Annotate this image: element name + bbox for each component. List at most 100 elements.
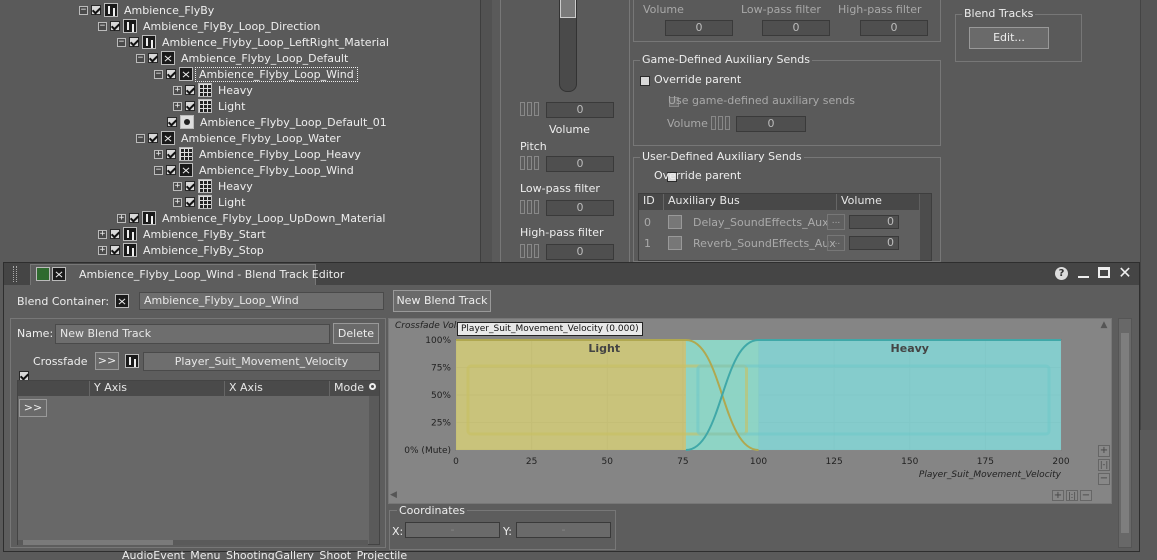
collapse-icon[interactable]: − xyxy=(79,5,88,15)
expand-icon[interactable]: + xyxy=(98,245,107,255)
tree-scrollbar[interactable] xyxy=(480,0,492,262)
tree-item[interactable]: Ambience_Flyby_Loop_Default_01 xyxy=(155,114,390,130)
tree-item-checkbox[interactable] xyxy=(110,21,120,31)
graph-hscroll[interactable]: ◀ xyxy=(390,490,1050,501)
y-coord-value[interactable]: - xyxy=(516,522,611,538)
zoom-fit-y-icon[interactable]: |-| xyxy=(1098,459,1110,471)
collapse-icon[interactable]: − xyxy=(154,165,163,175)
aux-bus-picker-button[interactable]: ... xyxy=(827,214,845,230)
aux-table-row[interactable]: 0 Delay_SoundEffects_Aux ... 0 xyxy=(639,212,919,232)
tree-item[interactable]: + Heavy xyxy=(173,82,256,98)
zoom-in-y-icon[interactable]: + xyxy=(1098,445,1110,457)
tree-item-checkbox[interactable] xyxy=(110,245,120,255)
tree-item-checkbox[interactable] xyxy=(129,213,139,223)
right-scrollbar[interactable] xyxy=(1140,0,1157,430)
tree-item[interactable]: − Ambience_Flyby_Loop_Water xyxy=(136,130,344,146)
delete-button[interactable]: Delete xyxy=(333,323,379,344)
tree-item-checkbox[interactable] xyxy=(167,117,177,127)
aux-row-volume[interactable]: 0 xyxy=(849,215,899,229)
grip-handle[interactable] xyxy=(13,266,17,282)
pitch-value[interactable]: 0 xyxy=(546,156,614,172)
collapse-icon[interactable]: − xyxy=(117,37,126,47)
new-blend-track-button[interactable]: New Blend Track xyxy=(393,290,491,312)
parameter-picker-button[interactable]: >> xyxy=(95,352,119,370)
random-container-icon xyxy=(179,147,193,161)
aux-bus-picker-button[interactable]: ... xyxy=(827,235,845,251)
aux-table-row[interactable]: 1 Reverb_SoundEffects_Aux ... 0 xyxy=(639,233,919,253)
tracks-hscrollbar[interactable] xyxy=(18,540,368,545)
tree-item[interactable]: + Ambience_FlyBy_Stop xyxy=(98,242,267,258)
tree-item[interactable]: + Ambience_FlyBy_Start xyxy=(98,226,269,242)
editor-vscrollbar[interactable] xyxy=(1118,318,1132,548)
expand-icon[interactable]: + xyxy=(98,229,107,239)
tree-item-checkbox[interactable] xyxy=(166,69,176,79)
lpf-value[interactable]: 0 xyxy=(546,200,614,216)
tree-item-checkbox[interactable] xyxy=(110,229,120,239)
aux-table-scrollbar[interactable] xyxy=(920,194,931,260)
tree-item-checkbox[interactable] xyxy=(185,101,195,111)
tree-item[interactable]: − Ambience_Flyby_Loop_Wind xyxy=(154,162,357,178)
volume-spinner[interactable] xyxy=(520,102,542,116)
expand-icon[interactable]: + xyxy=(117,213,126,223)
tree-item[interactable]: − Ambience_FlyBy_Loop_Direction xyxy=(98,18,323,34)
collapse-icon[interactable]: − xyxy=(154,69,163,79)
collapse-icon[interactable]: − xyxy=(136,133,145,143)
zoom-out-x-icon[interactable]: − xyxy=(1080,490,1092,501)
tree-item-checkbox[interactable] xyxy=(185,85,195,95)
random-container-icon xyxy=(198,99,212,113)
collapse-icon[interactable]: − xyxy=(136,53,145,63)
hpf-value[interactable]: 0 xyxy=(546,244,614,260)
override-parent-checkbox[interactable] xyxy=(640,76,650,86)
expand-icon[interactable]: + xyxy=(154,149,163,159)
expand-icon[interactable]: + xyxy=(173,101,182,111)
zoom-out-y-icon[interactable]: − xyxy=(1098,473,1110,485)
tree-item[interactable]: + Ambience_Flyby_Loop_Heavy xyxy=(154,146,364,162)
tree-item-checkbox[interactable] xyxy=(148,53,158,63)
search-icon[interactable] xyxy=(367,381,379,396)
zoom-fit-x-icon[interactable]: |:| xyxy=(1066,490,1078,501)
tree-item[interactable]: + Ambience_Flyby_Loop_UpDown_Material xyxy=(117,210,389,226)
tree-item-checkbox[interactable] xyxy=(148,133,158,143)
game-volume-value[interactable]: 0 xyxy=(736,116,806,132)
expand-icon[interactable]: + xyxy=(173,85,182,95)
tree-item-label: Light xyxy=(218,99,246,113)
tree-item[interactable]: + Heavy xyxy=(173,178,256,194)
hpf-spinner[interactable] xyxy=(520,244,542,258)
pitch-spinner[interactable] xyxy=(520,156,542,170)
tree-item-checkbox[interactable] xyxy=(166,149,176,159)
tree-item[interactable]: − Ambience_FlyBy xyxy=(79,2,217,18)
lpf-spinner[interactable] xyxy=(520,200,542,214)
tree-item-checkbox[interactable] xyxy=(91,5,101,15)
tree-item-checkbox[interactable] xyxy=(185,181,195,191)
minimize-icon[interactable] xyxy=(1078,276,1089,278)
volume-value[interactable]: 0 xyxy=(546,102,614,118)
tree-item[interactable]: − Ambience_Flyby_Loop_Default xyxy=(136,50,351,66)
aux-row-volume[interactable]: 0 xyxy=(849,236,899,250)
close-icon[interactable]: ✕ xyxy=(1118,265,1132,281)
help-icon[interactable]: ? xyxy=(1055,267,1068,280)
collapse-icon[interactable]: − xyxy=(98,21,107,31)
tracks-scrollbar[interactable] xyxy=(369,396,379,544)
x-coord-value[interactable]: - xyxy=(405,522,500,538)
expand-icon[interactable]: + xyxy=(173,197,182,207)
region-label-light: Light xyxy=(588,342,620,355)
tree-item-checkbox[interactable] xyxy=(166,165,176,175)
tree-item-label: Heavy xyxy=(218,179,253,193)
tree-item[interactable]: + Light xyxy=(173,194,248,210)
maximize-icon[interactable] xyxy=(1098,267,1110,278)
expand-icon[interactable]: + xyxy=(173,181,182,191)
game-volume-spinner[interactable] xyxy=(711,116,733,130)
edit-blend-tracks-button[interactable]: Edit... xyxy=(969,27,1049,49)
tree-item-checkbox[interactable] xyxy=(129,37,139,47)
tree-item[interactable]: − Ambience_Flyby_Loop_Wind xyxy=(154,66,358,82)
tree-item[interactable]: + Light xyxy=(173,98,248,114)
tree-item-checkbox[interactable] xyxy=(185,197,195,207)
volume-fader-handle[interactable] xyxy=(560,0,576,18)
tree-item[interactable]: − Ambience_Flyby_Loop_LeftRight_Material xyxy=(117,34,392,50)
expand-tracks-button[interactable]: >> xyxy=(19,399,47,417)
zoom-in-x-icon[interactable]: + xyxy=(1052,490,1064,501)
name-field[interactable]: New Blend Track xyxy=(55,324,330,344)
graph-vscroll[interactable]: ▲ xyxy=(1098,320,1110,440)
x-tick-label: 0 xyxy=(453,457,459,467)
blend-graph[interactable]: 0 25 50 75 100 125 150 175 200 0% (Mute) 25% 50% 75%… xyxy=(392,330,1107,500)
